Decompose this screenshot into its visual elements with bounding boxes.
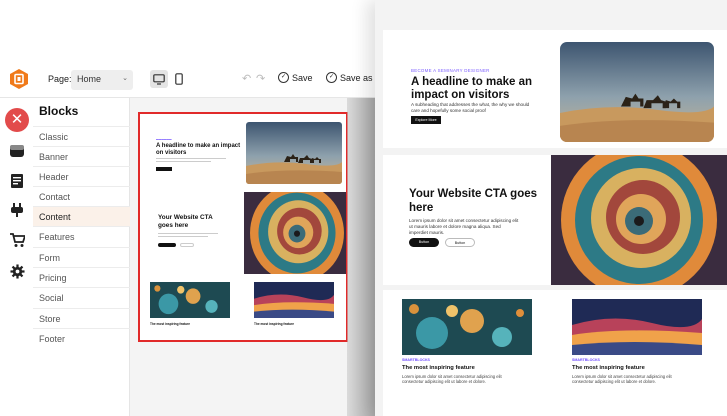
hero-title: A headline to make an impact on visitors (411, 76, 532, 101)
block-item-pricing[interactable]: Pricing (33, 267, 130, 287)
abstract-swirl-image (551, 155, 727, 285)
mobile-icon (175, 73, 183, 85)
rail-layers-button[interactable] (6, 140, 28, 162)
cta-primary-button[interactable]: Button (409, 238, 439, 247)
check-circle-icon: ✓ (278, 72, 289, 83)
preview-hero-kicker: ▬▬▬▬▬▬ (156, 138, 172, 141)
hero-button[interactable]: Explore More (411, 116, 441, 124)
icon-rail: ✕ (0, 98, 33, 416)
preview-cta-title: Your Website CTA goes here (158, 214, 213, 229)
feature-tag-2: SMARTBLOCKS (572, 358, 600, 362)
hero-subtitle: A subheading that addresses the what, th… (411, 102, 530, 113)
block-item-store[interactable]: Store (33, 308, 130, 328)
block-item-header[interactable]: Header (33, 166, 130, 186)
plug-icon (11, 203, 23, 217)
gear-icon (9, 263, 25, 279)
block-canvas: ▬▬▬▬▬▬ A headline to make an impact on v… (130, 98, 375, 416)
desert-camels-image (246, 122, 342, 184)
save-button[interactable]: ✓ Save (278, 72, 313, 83)
undo-icon[interactable]: ↶ (242, 72, 251, 85)
preview-cta-primary-button (158, 243, 176, 247)
canvas-overflow-shade (347, 98, 375, 416)
hero-kicker: BECOME A SEMINARY DESIGNER (411, 68, 490, 73)
preview-features-section: The most inspiring feature The most insp… (144, 276, 344, 340)
block-item-footer[interactable]: Footer (33, 328, 130, 348)
preview-hero-button (156, 167, 172, 171)
document-icon (11, 174, 23, 188)
sunset-waves-image (254, 282, 334, 318)
preview-feature-title-2: The most inspiring feature (254, 322, 295, 326)
preview-feature-title-1: The most inspiring feature (150, 322, 191, 326)
desert-camels-image (560, 42, 714, 142)
page-select[interactable]: Home ⌄ (71, 70, 133, 90)
rail-store-button[interactable] (6, 229, 28, 251)
feature-title-2: The most inspiring feature (572, 365, 645, 371)
cta-section: Your Website CTA goes here Lorem ipsum d… (383, 155, 727, 285)
rail-plugins-button[interactable] (6, 199, 28, 221)
feature-title-1: The most inspiring feature (402, 365, 475, 371)
editor-window: Page: Home ⌄ ↶ ↷ ✓ Save ✓ Save as Te (0, 58, 375, 416)
redo-icon[interactable]: ↷ (256, 72, 265, 85)
sunset-waves-image (572, 299, 702, 355)
save-as-label: Save as Te (340, 72, 375, 83)
cta-secondary-button[interactable]: Button (445, 238, 475, 247)
top-toolbar: Page: Home ⌄ ↶ ↷ ✓ Save ✓ Save as Te (0, 58, 375, 98)
block-item-classic[interactable]: Classic (33, 126, 130, 146)
logo-icon (10, 69, 28, 89)
close-icon: ✕ (10, 111, 24, 128)
cta-subtitle: Lorem ipsum dolor sit amet consectetur a… (409, 218, 519, 235)
page-select-value: Home (77, 74, 102, 84)
blocks-title: Blocks (39, 104, 79, 118)
mobile-view-button[interactable] (170, 70, 188, 88)
feature-desc-2: Lorem ipsum dolor sit amet consectetur a… (572, 374, 672, 385)
block-item-contact[interactable]: Contact (33, 186, 130, 206)
close-panel-button[interactable]: ✕ (5, 108, 29, 132)
rail-content-button[interactable] (6, 170, 28, 192)
save-label: Save (292, 72, 313, 83)
content-block-preview[interactable]: ▬▬▬▬▬▬ A headline to make an impact on v… (138, 112, 348, 342)
block-item-form[interactable]: Form (33, 247, 130, 267)
block-item-social[interactable]: Social (33, 287, 130, 307)
spheres-image (402, 299, 532, 355)
rail-settings-button[interactable] (6, 260, 28, 282)
preview-cta-secondary-button (180, 243, 194, 247)
features-section: SMARTBLOCKS The most inspiring feature L… (383, 290, 727, 416)
abstract-swirl-image (244, 192, 346, 274)
desktop-view-button[interactable] (150, 70, 168, 88)
cta-title: Your Website CTA goes here (409, 188, 538, 214)
feature-tag-1: SMARTBLOCKS (402, 358, 430, 362)
page-label: Page: (48, 74, 72, 84)
preview-hero-title: A headline to make an impact on visitors (156, 143, 241, 156)
blocks-panel: Blocks Classic Banner Header Contact Con… (33, 98, 130, 416)
check-circle-icon: ✓ (326, 72, 337, 83)
preview-cta-section: Your Website CTA goes here (144, 192, 346, 274)
block-item-features[interactable]: Features (33, 226, 130, 246)
chevron-down-icon: ⌄ (122, 75, 128, 82)
layers-icon (10, 145, 24, 157)
preview-hero-section: ▬▬▬▬▬▬ A headline to make an impact on v… (144, 118, 344, 190)
spheres-image (150, 282, 230, 318)
desktop-icon (153, 73, 165, 85)
feature-desc-1: Lorem ipsum dolor sit amet consectetur a… (402, 374, 502, 385)
hero-section: BECOME A SEMINARY DESIGNER A headline to… (383, 30, 727, 148)
save-as-template-button[interactable]: ✓ Save as Te (326, 72, 375, 83)
cart-icon (10, 232, 25, 247)
zoomed-block-preview: BECOME A SEMINARY DESIGNER A headline to… (375, 0, 727, 416)
block-item-banner[interactable]: Banner (33, 146, 130, 166)
block-item-content[interactable]: Content (33, 206, 130, 226)
